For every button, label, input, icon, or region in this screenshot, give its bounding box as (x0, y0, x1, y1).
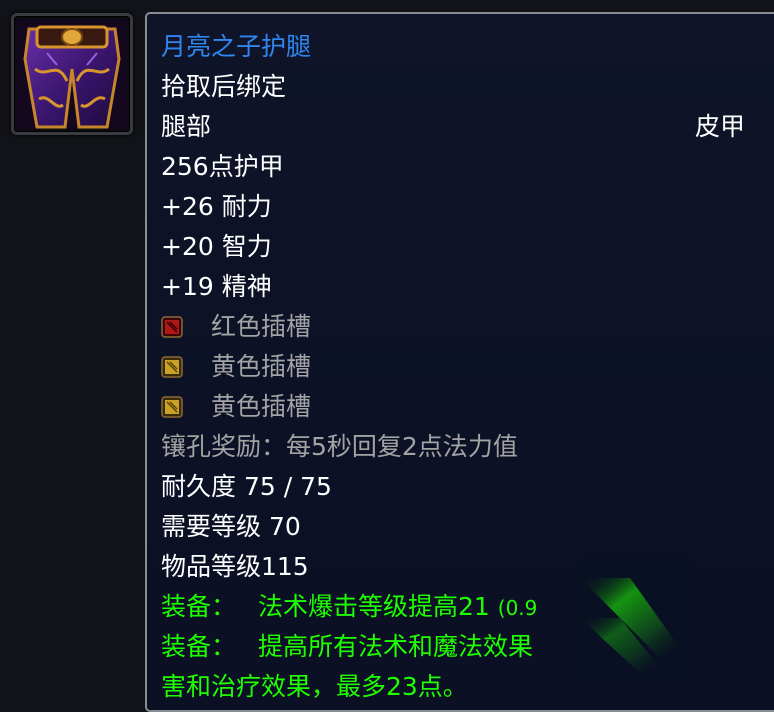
armor-value: 256点护甲 (161, 152, 284, 181)
socket-label: 黄色插槽 (211, 392, 312, 421)
equip-text: 提高所有法术和魔法效果 (258, 632, 534, 661)
stat-intellect: +20 智力 (161, 232, 272, 261)
required-level: 需要等级 70 (161, 512, 301, 541)
equip-text: 法术爆击等级提高21 (258, 592, 490, 621)
durability: 耐久度 75 / 75 (161, 472, 332, 501)
equip-extra: (0.9 (497, 596, 538, 620)
equip-prefix: 装备： (161, 632, 237, 661)
item-icon-frame[interactable] (11, 13, 133, 135)
equip-effect-crit: 装备： 法术爆击等级提高21 (0.9 (161, 589, 537, 626)
purple-leather-leggings-icon (17, 19, 127, 129)
stat-spirit: +19 精神 (161, 272, 272, 301)
socket-yellow-2: 黄色插槽 (161, 389, 311, 425)
socket-label: 黄色插槽 (211, 352, 312, 381)
socket-label: 红色插槽 (211, 312, 312, 341)
equip-prefix: 装备： (161, 592, 237, 621)
yellow-socket-icon (161, 396, 183, 418)
stat-stamina: +26 耐力 (161, 192, 272, 221)
slot-row: 腿部 皮甲 (161, 109, 774, 145)
item-level: 物品等级115 (161, 552, 309, 581)
equip-continuation: 害和治疗效果，最多23点。 (161, 672, 468, 701)
item-name: 月亮之子护腿 (161, 32, 312, 61)
socket-bonus: 镶孔奖励：每5秒回复2点法力值 (161, 432, 518, 461)
red-socket-icon (161, 316, 183, 338)
equip-effect-spellpower: 装备： 提高所有法术和魔法效果 (161, 629, 533, 665)
socket-red: 红色插槽 (161, 309, 311, 345)
yellow-socket-icon (161, 356, 183, 378)
slot-label: 腿部 (161, 112, 212, 141)
armor-type-label: 皮甲 (694, 112, 745, 141)
binding-text: 拾取后绑定 (161, 72, 287, 101)
socket-yellow-1: 黄色插槽 (161, 349, 311, 385)
item-tooltip: 月亮之子护腿 拾取后绑定 腿部 皮甲 256点护甲 +26 耐力 +20 智力 … (145, 12, 774, 712)
